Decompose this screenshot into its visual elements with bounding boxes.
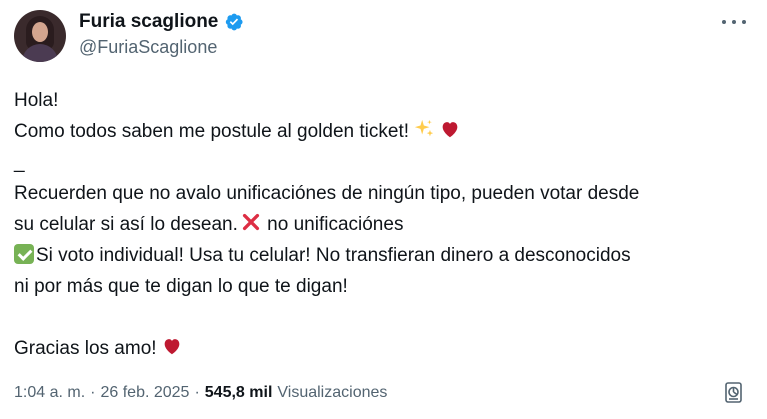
check-mark-button-icon bbox=[14, 244, 34, 264]
more-options-icon[interactable] bbox=[722, 15, 746, 29]
tweet-header: Furia scaglione @FuriaScaglione bbox=[14, 9, 754, 62]
meta-separator: · bbox=[90, 384, 96, 401]
tweet-line: Gracias los amo! bbox=[14, 333, 754, 364]
tweet-meta: 1:04 a. m. · 26 feb. 2025 · 545,8 mil Vi… bbox=[14, 384, 387, 402]
sparkles-icon bbox=[414, 119, 434, 137]
tweet-line: su celular si así lo desean. no unificac… bbox=[14, 209, 754, 240]
avatar[interactable] bbox=[14, 10, 66, 62]
tweet-line: Recuerden que no avalo unificaciónes de … bbox=[14, 183, 640, 204]
analytics-icon[interactable] bbox=[723, 381, 745, 405]
red-heart-icon bbox=[442, 122, 458, 138]
tweet-line: Si voto individual! Usa tu celular! No t… bbox=[14, 240, 754, 271]
verified-badge-icon bbox=[226, 13, 243, 31]
meta-separator: · bbox=[194, 384, 200, 401]
tweet-text: Hola! Como todos saben me postule al gol… bbox=[14, 85, 754, 364]
views-count: 545,8 mil bbox=[204, 384, 273, 401]
tweet-line: _ bbox=[14, 152, 25, 173]
author-name[interactable]: Furia scaglione bbox=[79, 11, 218, 33]
tweet-line: Como todos saben me postule al golden ti… bbox=[14, 116, 754, 147]
tweet-line: ni por más que te digan lo que te digan! bbox=[14, 276, 348, 297]
author-name-row: Furia scaglione bbox=[79, 11, 244, 33]
tweet-time[interactable]: 1:04 a. m. bbox=[14, 384, 85, 402]
red-heart-icon bbox=[164, 339, 179, 355]
tweet-date[interactable]: 26 feb. 2025 bbox=[100, 384, 189, 402]
views-label: Visualizaciones bbox=[277, 384, 388, 401]
author-handle[interactable]: @FuriaScaglione bbox=[79, 37, 217, 58]
cross-mark-icon bbox=[242, 213, 259, 231]
tweet-line: Hola! bbox=[14, 90, 59, 111]
